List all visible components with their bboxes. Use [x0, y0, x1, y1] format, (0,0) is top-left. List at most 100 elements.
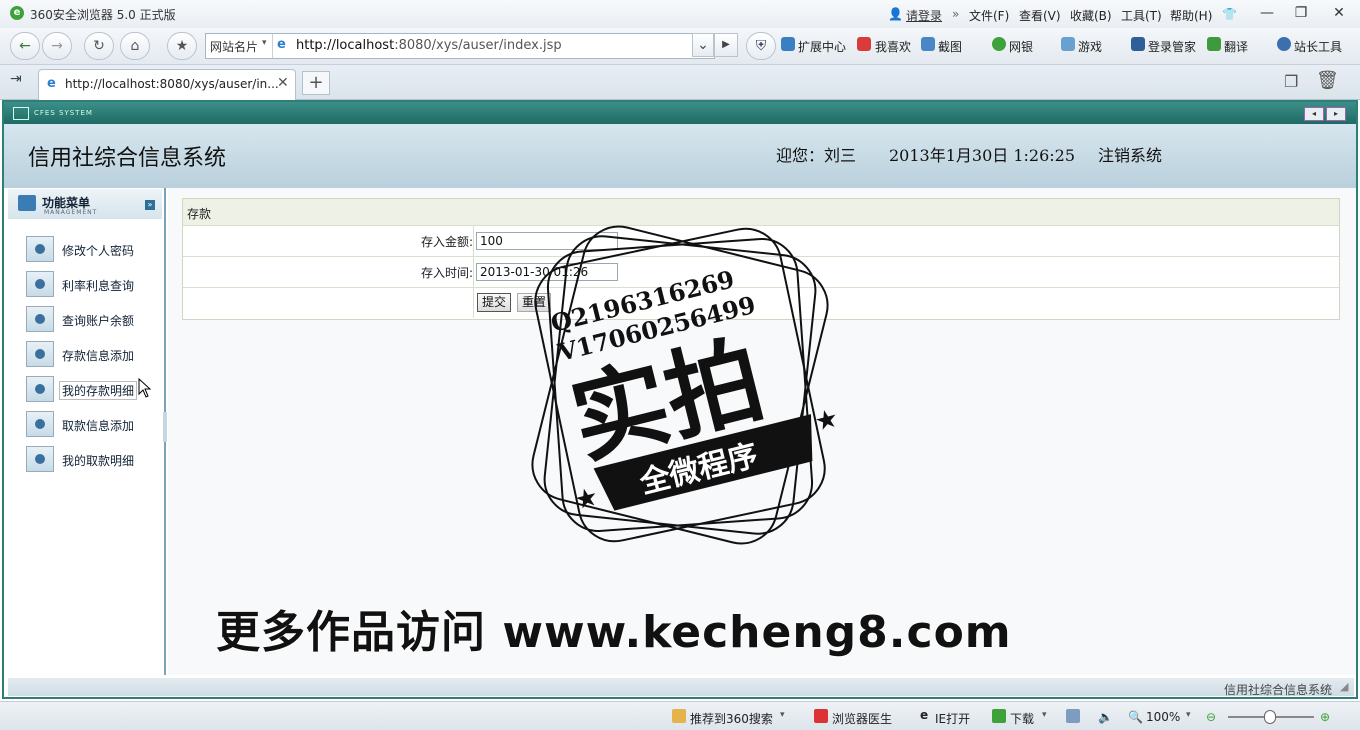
collapse-icon[interactable]: »	[145, 200, 155, 210]
url-dropdown-icon[interactable]: ⌄	[692, 33, 714, 57]
sidebar-item-label: 利率利息查询	[62, 279, 135, 293]
tab-title: http://localhost:8080/xys/auser/in...	[65, 77, 279, 91]
strip-prev-icon[interactable]: ◂	[1304, 107, 1324, 121]
star-icon: ★	[572, 482, 602, 517]
menu-book-icon	[18, 195, 36, 211]
tab-list-icon[interactable]: ❐	[1284, 72, 1298, 91]
star-icon: ★	[812, 403, 842, 438]
chevron-down-icon: ▾	[1042, 710, 1047, 720]
tool-translate[interactable]: 翻译	[1224, 38, 1248, 55]
user-icon: 👤	[888, 7, 903, 21]
refresh-icon[interactable]: ↻	[84, 32, 114, 60]
window-icon[interactable]	[1066, 709, 1080, 723]
menu-favorites[interactable]: 收藏(B)	[1070, 7, 1112, 24]
close-button[interactable]: ✕	[1324, 3, 1354, 23]
divider	[272, 34, 273, 58]
menu-help[interactable]: 帮助(H)	[1170, 7, 1212, 24]
tool-login-manager[interactable]: 登录管家	[1148, 38, 1196, 55]
login-link[interactable]: 请登录	[906, 7, 942, 24]
zoom-icon: 🔍	[1128, 710, 1143, 724]
tool-webmaster[interactable]: 站长工具	[1294, 38, 1342, 55]
chevron-down-icon: ▾	[262, 38, 267, 48]
chevron-down-icon: ▾	[780, 710, 785, 720]
sidebar-header: 功能菜单 MANAGEMENT »	[8, 189, 162, 219]
user-card-icon	[26, 446, 54, 472]
sidebar-item-change-password[interactable]: 修改个人密码	[26, 236, 156, 262]
url-input[interactable]: http://localhost:8080/xys/auser/index.js…	[296, 38, 562, 53]
browser-title: 360安全浏览器 5.0 正式版	[30, 8, 176, 22]
translate-icon	[1207, 37, 1221, 51]
strip-next-icon[interactable]: ▸	[1326, 107, 1346, 121]
browser-doctor[interactable]: 浏览器医生	[832, 710, 892, 727]
system-name: 信用社综合信息系统	[28, 146, 227, 171]
tool-favorite[interactable]: 我喜欢	[875, 38, 911, 55]
form-title: 存款	[187, 207, 212, 221]
go-icon[interactable]: ▶	[714, 33, 738, 57]
datetime: 2013年1月30日 1:26:25	[889, 146, 1076, 165]
sidebar-item-label: 取款信息添加	[62, 419, 135, 433]
sidebar-splitter[interactable]	[163, 412, 167, 442]
minimize-button[interactable]: —	[1252, 3, 1282, 23]
app-header: 信用社综合信息系统 迎您：刘三 2013年1月30日 1:26:25 注销系统	[4, 124, 1356, 188]
zoom-in-icon[interactable]: ⊕	[1320, 710, 1330, 724]
tab-bar: ⇥ e http://localhost:8080/xys/auser/in..…	[0, 65, 1360, 100]
sidebar-item-balance-query[interactable]: 查询账户余额	[26, 306, 156, 332]
amount-label: 存入金额:	[420, 235, 473, 249]
user-card-icon	[26, 306, 54, 332]
sidebar-item-label: 修改个人密码	[62, 244, 135, 258]
time-label: 存入时间:	[420, 266, 473, 280]
shield-icon[interactable]: ⛨	[746, 32, 776, 60]
sidebar-subtitle: MANAGEMENT	[44, 209, 98, 216]
download-icon	[992, 709, 1006, 723]
new-tab-button[interactable]: +	[302, 71, 330, 95]
home-icon[interactable]: ⌂	[120, 32, 150, 60]
strip-title: CFES SYSTEM	[34, 109, 93, 117]
browser-logo-icon: e	[10, 6, 24, 20]
sidebar-item-my-withdrawals[interactable]: 我的取款明细	[26, 446, 156, 472]
user-card-icon	[26, 376, 54, 402]
restore-button[interactable]: ❐	[1286, 3, 1316, 23]
tool-screenshot[interactable]: 截图	[938, 38, 962, 55]
sidebar-toggle-icon[interactable]: ⇥	[10, 71, 22, 87]
trash-icon[interactable]: 🗑	[1316, 70, 1339, 91]
sidebar-item-my-deposits[interactable]: 我的存款明细	[26, 376, 156, 402]
resize-grip-icon[interactable]: ◢	[1340, 680, 1348, 693]
tool-extensions[interactable]: 扩展中心	[798, 38, 846, 55]
recommend-360[interactable]: 推荐到360搜索	[690, 710, 773, 727]
favorite-star-icon[interactable]: ★	[167, 32, 197, 60]
mouse-cursor-icon	[138, 378, 152, 398]
menu-view[interactable]: 查看(V)	[1019, 7, 1061, 24]
watermark-website: 更多作品访问 www.kecheng8.com	[216, 607, 1012, 658]
url-host: http://localhost	[296, 38, 395, 53]
form-column-divider	[473, 226, 474, 318]
browser-status-bar: 推荐到360搜索 ▾ 浏览器医生 e IE打开 下载 ▾ 🔈 🔍 100% ▾ …	[0, 701, 1360, 730]
browser-nav-bar: ← → ↻ ⌂ ★ 网站名片 ▾ e http://localhost:8080…	[0, 28, 1360, 65]
zoom-slider-handle[interactable]	[1264, 710, 1276, 724]
tool-netbank[interactable]: 网银	[1009, 38, 1033, 55]
zoom-out-icon[interactable]: ⊖	[1206, 710, 1216, 724]
tool-games[interactable]: 游戏	[1078, 38, 1102, 55]
shirt-icon[interactable]: 👕	[1222, 7, 1237, 21]
speaker-icon[interactable]: 🔈	[1098, 710, 1113, 724]
forward-icon[interactable]: →	[42, 32, 72, 60]
watermark-stamp: Q2196316269 V17060256499 实拍 全微程序 ★ ★	[531, 225, 842, 545]
ie-icon: e	[920, 708, 929, 722]
menu-file[interactable]: 文件(F)	[969, 7, 1009, 24]
tab-current[interactable]: e http://localhost:8080/xys/auser/in... …	[38, 69, 296, 100]
open-in-ie[interactable]: IE打开	[935, 710, 970, 727]
downloads[interactable]: 下载	[1010, 710, 1034, 727]
address-bar[interactable]: 网站名片 ▾ e http://localhost:8080/xys/auser…	[205, 33, 715, 59]
menu-tools[interactable]: 工具(T)	[1121, 7, 1162, 24]
zoom-level[interactable]: 100%	[1146, 710, 1180, 724]
site-card-dropdown[interactable]: 网站名片	[210, 38, 258, 55]
browser-title-bar: e 360安全浏览器 5.0 正式版 👤 请登录 » 文件(F) 查看(V) 收…	[0, 0, 1360, 29]
doctor-icon	[814, 709, 828, 723]
sidebar-item-interest-query[interactable]: 利率利息查询	[26, 271, 156, 297]
back-icon[interactable]: ←	[10, 32, 40, 60]
logout-link[interactable]: 注销系统	[1098, 142, 1162, 166]
tab-close-icon[interactable]: ✕	[277, 75, 289, 91]
sidebar-item-label: 我的取款明细	[62, 454, 135, 468]
bank-icon	[992, 37, 1006, 51]
sidebar-item-withdraw-add[interactable]: 取款信息添加	[26, 411, 156, 437]
sidebar-item-deposit-add[interactable]: 存款信息添加	[26, 341, 156, 367]
